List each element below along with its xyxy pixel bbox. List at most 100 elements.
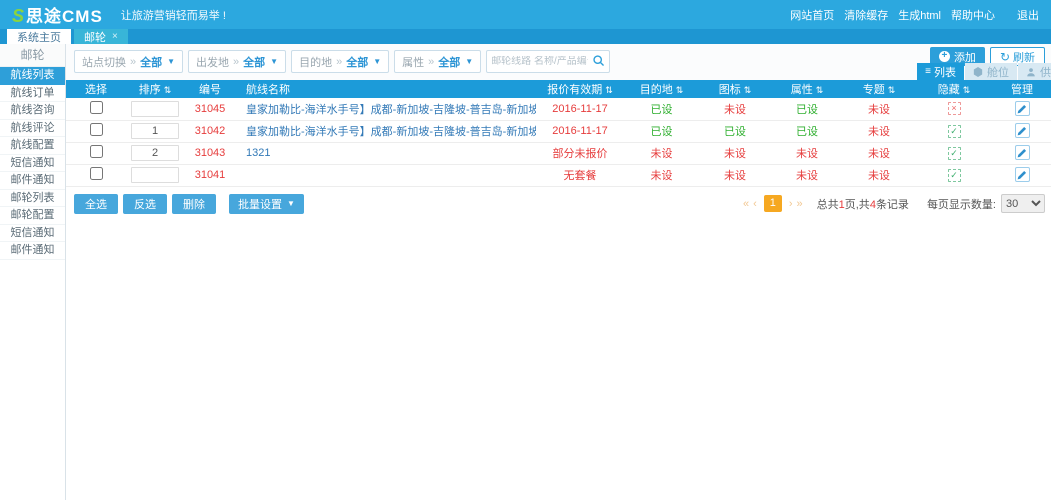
hidden-check-icon[interactable]: ✓ (948, 147, 961, 160)
search-input[interactable] (487, 56, 592, 67)
last-page-button[interactable]: » (797, 198, 803, 210)
next-page-button[interactable]: › (789, 198, 793, 210)
edit-icon[interactable] (1015, 145, 1030, 160)
icon-status: 未设 (724, 148, 746, 160)
bulk-button-0[interactable]: 全选 (74, 194, 118, 214)
first-page-button[interactable]: « (743, 198, 749, 210)
batch-settings-button[interactable]: 批量设置▼ (229, 194, 304, 214)
column-header-9[interactable]: 隐藏⇅ (915, 80, 993, 98)
view-button-0[interactable]: ≡列表 (917, 63, 964, 80)
topbar-link-2[interactable]: 生成html (898, 7, 941, 23)
row-checkbox[interactable] (90, 123, 103, 136)
topbar-link-4[interactable]: 退出 (1017, 7, 1039, 23)
sort-icon[interactable]: ⇅ (888, 85, 896, 95)
column-header-7[interactable]: 属性⇅ (771, 80, 843, 98)
destination-status: 已设 (651, 126, 673, 138)
column-header-1[interactable]: 排序⇅ (126, 80, 184, 98)
sort-input[interactable] (131, 101, 179, 117)
view-button-2[interactable]: 供应商 (1018, 63, 1051, 80)
edit-icon[interactable] (1015, 101, 1030, 116)
attribute-status: 未设 (796, 148, 818, 160)
sidebar-item-1[interactable]: 航线订单 (0, 85, 65, 103)
chevron-down-icon: ▼ (270, 57, 278, 66)
destination-status: 未设 (651, 170, 673, 182)
sidebar-menu: 航线列表航线订单航线咨询航线评论航线配置短信通知邮件通知邮轮列表邮轮配置短信通知… (0, 67, 65, 260)
filter-group: 站点切换»全部▼出发地»全部▼目的地»全部▼属性»全部▼ (74, 55, 486, 69)
validity-value: 2016-11-17 (552, 125, 607, 137)
edit-icon[interactable] (1015, 167, 1030, 182)
topbar-link-0[interactable]: 网站首页 (790, 7, 834, 23)
edit-icon[interactable] (1015, 123, 1030, 138)
chevron-down-icon: ▼ (167, 57, 175, 66)
column-header-6[interactable]: 图标⇅ (699, 80, 771, 98)
sort-icon[interactable]: ⇅ (816, 85, 824, 95)
per-page-select[interactable]: 30 (1001, 194, 1045, 213)
tab-1[interactable]: 邮轮× (74, 29, 128, 44)
table-row: 31042 皇家加勒比-海洋水手号】成都-新加坡-吉隆坡-普吉岛-新加坡-成都 … (66, 120, 1051, 142)
sidebar-item-9[interactable]: 短信通知 (0, 225, 65, 243)
hidden-check-icon[interactable]: ✓ (948, 169, 961, 182)
route-name-link[interactable]: 皇家加勒比-海洋水手号】成都-新加坡-吉隆坡-普吉岛-新加坡-成都 5晚6日游 (246, 104, 536, 116)
sort-icon[interactable]: ⇅ (164, 85, 172, 95)
view-button-1[interactable]: 舱位 (965, 63, 1017, 80)
route-code: 31041 (195, 169, 226, 181)
view-switcher: ≡列表舱位供应商 (916, 63, 1051, 80)
sidebar-item-4[interactable]: 航线配置 (0, 137, 65, 155)
row-checkbox[interactable] (90, 167, 103, 180)
sidebar-item-10[interactable]: 邮件通知 (0, 242, 65, 260)
logo-text: 思途CMS (26, 2, 103, 27)
filter-dropdown-3[interactable]: 属性»全部▼ (394, 50, 481, 73)
add-icon: + (939, 51, 950, 62)
sidebar-item-8[interactable]: 邮轮配置 (0, 207, 65, 225)
sidebar-item-3[interactable]: 航线评论 (0, 120, 65, 138)
sidebar-title: 邮轮 (0, 44, 65, 67)
topbar-links: 网站首页清除缓存生成html 帮助中心 退出 (780, 7, 1039, 23)
filter-dropdown-0[interactable]: 站点切换»全部▼ (74, 50, 183, 73)
sort-input[interactable] (131, 123, 179, 139)
sidebar-item-2[interactable]: 航线咨询 (0, 102, 65, 120)
bulk-button-2[interactable]: 删除 (172, 194, 216, 214)
topbar-link-3[interactable]: 帮助中心 (951, 7, 995, 23)
sidebar-item-0[interactable]: 航线列表 (0, 67, 65, 85)
route-name-link[interactable]: 皇家加勒比-海洋水手号】成都-新加坡-吉隆坡-普吉岛-新加坡-成都 5晚6日游 (246, 126, 536, 138)
sort-icon[interactable]: ⇅ (744, 85, 752, 95)
topbar: S 思途CMS 让旅游营销轻而易举 ! 网站首页清除缓存生成html帮助中心退出 (0, 0, 1051, 29)
tabstrip: 系统主页邮轮× (0, 29, 1051, 44)
filter-dropdown-2[interactable]: 目的地»全部▼ (291, 50, 389, 73)
routes-table: 选择排序⇅编号航线名称报价有效期⇅目的地⇅图标⇅属性⇅专题⇅隐藏⇅管理 3104… (66, 80, 1051, 187)
column-header-4[interactable]: 报价有效期⇅ (536, 80, 624, 98)
route-name-link[interactable]: 1321 (246, 147, 270, 159)
topbar-link-1[interactable]: 清除缓存 (844, 7, 888, 23)
app-logo: S 思途CMS (12, 2, 103, 27)
tab-0[interactable]: 系统主页 (7, 29, 71, 44)
sort-input[interactable] (131, 145, 179, 161)
column-header-8[interactable]: 专题⇅ (843, 80, 915, 98)
prev-page-button[interactable]: ‹ (753, 198, 757, 210)
hidden-x-icon[interactable]: × (948, 102, 961, 115)
hidden-check-icon[interactable]: ✓ (948, 125, 961, 138)
search-icon[interactable] (592, 54, 605, 70)
sort-icon[interactable]: ⇅ (963, 85, 971, 95)
sort-icon[interactable]: ⇅ (676, 85, 684, 95)
sort-icon[interactable]: ⇅ (605, 85, 613, 95)
sidebar-item-7[interactable]: 邮轮列表 (0, 190, 65, 208)
route-code: 31045 (195, 103, 226, 115)
sidebar-item-5[interactable]: 短信通知 (0, 155, 65, 173)
current-page-button[interactable]: 1 (764, 195, 782, 212)
refresh-icon: ↻ (1000, 50, 1010, 64)
attribute-status: 已设 (796, 104, 818, 116)
column-header-2: 编号 (184, 80, 236, 98)
table-footer: 全选反选删除 批量设置▼ « ‹ 1 › » 总共1页,共4条记录 每页显示数量… (66, 194, 1051, 214)
close-icon[interactable]: × (112, 31, 118, 42)
row-checkbox[interactable] (90, 145, 103, 158)
row-checkbox[interactable] (90, 101, 103, 114)
sort-input[interactable] (131, 167, 179, 183)
sidebar-item-6[interactable]: 邮件通知 (0, 172, 65, 190)
per-page-control: 每页显示数量: 30 (927, 194, 1045, 213)
toolbar: 站点切换»全部▼出发地»全部▼目的地»全部▼属性»全部▼ +添加 ↻刷新 ≡列表… (66, 44, 1051, 80)
filter-dropdown-1[interactable]: 出发地»全部▼ (188, 50, 286, 73)
column-header-5[interactable]: 目的地⇅ (624, 80, 699, 98)
topic-status: 未设 (868, 170, 890, 182)
bulk-button-1[interactable]: 反选 (123, 194, 167, 214)
column-header-0: 选择 (66, 80, 126, 98)
